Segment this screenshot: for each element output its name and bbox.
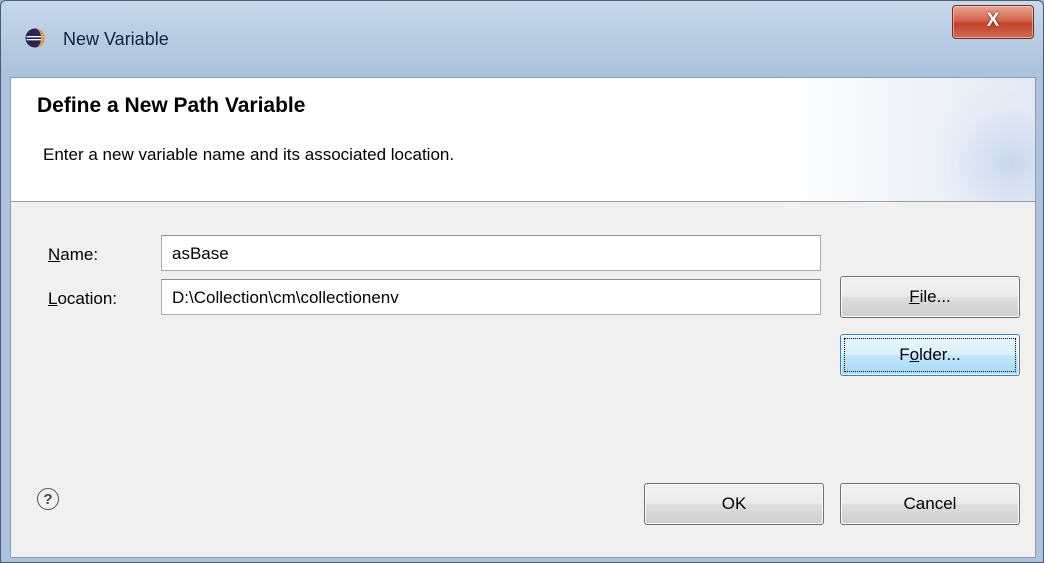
dialog-header: Define a New Path Variable Enter a new v… — [11, 78, 1035, 202]
location-label-text: ocation: — [57, 289, 118, 308]
title-bar[interactable]: New Variable X — [1, 1, 1043, 77]
file-button[interactable]: File... — [840, 276, 1020, 318]
new-variable-dialog: New Variable X Define a New Path Variabl… — [0, 0, 1044, 563]
name-label-text: ame: — [60, 245, 99, 264]
name-field[interactable]: asBase — [161, 235, 821, 271]
file-button-label: ile... — [919, 287, 951, 306]
location-field-value: D:\Collection\cm\collectionenv — [172, 288, 399, 307]
window-title: New Variable — [63, 29, 169, 49]
name-label: Name: — [48, 245, 98, 265]
close-button[interactable]: X — [952, 5, 1034, 39]
help-circle-icon[interactable]: ? — [37, 488, 59, 510]
eclipse-icon — [25, 28, 45, 48]
header-description: Enter a new variable name and its associ… — [43, 145, 455, 164]
folder-button[interactable]: Folder... — [840, 334, 1020, 376]
name-field-value: asBase — [172, 244, 229, 263]
file-button-mnemonic: F — [909, 287, 920, 306]
name-label-mnemonic: N — [48, 245, 61, 264]
cancel-button[interactable]: Cancel — [840, 483, 1020, 525]
focus-ring — [844, 338, 1016, 372]
header-title: Define a New Path Variable — [37, 94, 306, 117]
header-banner-decoration — [915, 88, 1035, 201]
ok-button[interactable]: OK — [644, 483, 824, 525]
location-label: Location: — [48, 289, 117, 309]
location-field[interactable]: D:\Collection\cm\collectionenv — [161, 279, 821, 315]
dialog-content: Define a New Path Variable Enter a new v… — [10, 77, 1036, 558]
